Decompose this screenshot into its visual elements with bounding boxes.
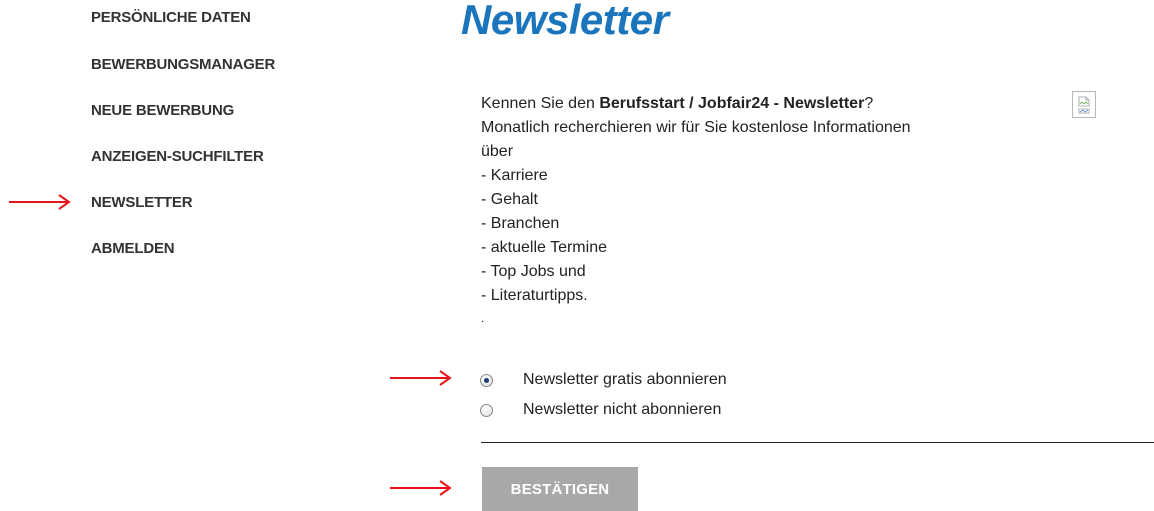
subscribe-label[interactable]: Newsletter gratis abonnieren — [523, 371, 727, 389]
page-title: Newsletter — [461, 0, 669, 43]
newsletter-description: Kennen Sie den Berufsstart / Jobfair24 -… — [481, 92, 1041, 328]
intro-question-prefix: Kennen Sie den — [481, 95, 600, 112]
option-unsubscribe[interactable]: Newsletter nicht abonnieren — [480, 401, 721, 419]
red-arrow-icon — [390, 480, 452, 496]
intro-line: über — [481, 143, 514, 160]
red-arrow-icon — [390, 370, 452, 386]
intro-newsletter-name: Berufsstart / Jobfair24 - Newsletter — [599, 95, 865, 112]
confirm-button[interactable]: BESTÄTIGEN — [482, 467, 638, 511]
intro-question: Kennen Sie den Berufsstart / Jobfair24 -… — [481, 92, 1041, 116]
trailing-dot: . — [481, 311, 485, 325]
sidebar-item-abmelden[interactable]: ABMELDEN — [91, 240, 175, 257]
topic-item: - aktuelle Termine — [481, 239, 607, 256]
sidebar-item-newsletter[interactable]: NEWSLETTER — [91, 194, 193, 211]
option-subscribe[interactable]: Newsletter gratis abonnieren — [480, 371, 727, 389]
unsubscribe-radio[interactable] — [480, 403, 493, 417]
sidebar-item-bewerbungsmanager[interactable]: BEWERBUNGSMANAGER — [91, 56, 275, 73]
sidebar-item-neue-bewerbung[interactable]: NEUE BEWERBUNG — [91, 102, 234, 119]
topic-item: - Branchen — [481, 215, 560, 232]
divider — [481, 442, 1154, 443]
topic-item: - Karriere — [481, 167, 548, 184]
topic-item: - Literaturtipps. — [481, 287, 588, 304]
unsubscribe-label[interactable]: Newsletter nicht abonnieren — [523, 401, 721, 419]
intro-question-suffix: ? — [864, 95, 874, 112]
subscribe-radio[interactable] — [480, 373, 493, 387]
topic-item: - Gehalt — [481, 191, 538, 208]
sidebar-item-anzeigen-suchfilter[interactable]: ANZEIGEN-SUCHFILTER — [91, 148, 264, 165]
red-arrow-icon — [9, 194, 71, 210]
topic-item: - Top Jobs und — [481, 263, 586, 280]
broken-image-icon — [1072, 91, 1096, 118]
intro-line: Monatlich recherchieren wir für Sie kost… — [481, 119, 911, 136]
page: PERSÖNLICHE DATEN BEWERBUNGSMANAGER NEUE… — [0, 0, 1154, 511]
sidebar-item-persoenliche-daten[interactable]: PERSÖNLICHE DATEN — [91, 9, 251, 26]
